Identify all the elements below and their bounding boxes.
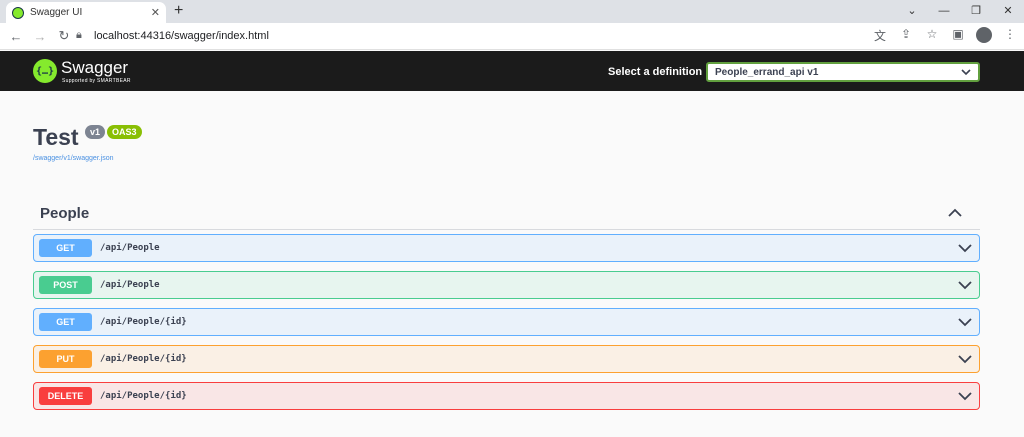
operation-post-people[interactable]: POST /api/People — [33, 271, 980, 299]
chevron-down-icon[interactable] — [953, 351, 977, 367]
operation-path: /api/People/{id} — [100, 391, 187, 401]
bookmark-star-icon[interactable]: ☆ — [924, 27, 940, 46]
browser-toolbar: ← → ↻ 🔒︎ localhost:44316/swagger/index.h… — [0, 23, 1024, 50]
restore-icon[interactable]: ❐ — [960, 0, 992, 23]
menu-icon[interactable]: ⋮ — [1002, 27, 1018, 46]
window-controls: ⌄ — ❐ ✕ — [896, 0, 1024, 23]
method-badge: GET — [39, 239, 92, 257]
tab-title: Swagger UI — [30, 7, 83, 18]
chevron-down-icon[interactable] — [953, 314, 977, 330]
swagger-topbar: {…} Swagger Supported by SMARTBEAR Selec… — [0, 51, 1024, 91]
chevron-down-icon[interactable] — [953, 277, 977, 293]
section-divider — [33, 229, 980, 230]
api-title: Test — [33, 124, 79, 150]
side-panel-icon[interactable]: ▣ — [950, 27, 966, 46]
close-tab-icon[interactable]: ✕ — [151, 6, 160, 19]
logo-text[interactable]: Swagger — [61, 58, 128, 78]
chevron-down-icon[interactable] — [953, 240, 977, 256]
toolbar-actions: 文 ⇪ ☆ ▣ ⋮ — [872, 27, 1018, 46]
swagger-json-link[interactable]: /swagger/v1/swagger.json — [33, 155, 114, 162]
lock-icon[interactable]: 🔒︎ — [76, 29, 82, 42]
operation-path: /api/People — [100, 243, 160, 253]
method-badge: POST — [39, 276, 92, 294]
method-badge: PUT — [39, 350, 92, 368]
forward-icon[interactable]: → — [28, 29, 52, 44]
new-tab-icon[interactable]: + — [174, 2, 183, 20]
section-title[interactable]: People — [40, 205, 89, 222]
back-icon[interactable]: ← — [4, 29, 28, 44]
version-badge: v1 — [85, 125, 106, 139]
tab-search-icon[interactable]: ⌄ — [896, 0, 928, 23]
chevron-down-icon[interactable] — [953, 388, 977, 404]
url-text[interactable]: localhost:44316/swagger/index.html — [94, 30, 269, 42]
method-badge: GET — [39, 313, 92, 331]
definition-select[interactable]: People_errand_api v1 — [706, 62, 980, 82]
operation-path: /api/People/{id} — [100, 317, 187, 327]
method-badge: DELETE — [39, 387, 92, 405]
operation-path: /api/People/{id} — [100, 354, 187, 364]
oas-badge: OAS3 — [107, 125, 142, 139]
profile-icon[interactable] — [976, 27, 992, 46]
definition-select-value[interactable]: People_errand_api v1 — [715, 67, 961, 78]
browser-tab[interactable]: Swagger UI ✕ — [6, 2, 166, 23]
close-window-icon[interactable]: ✕ — [992, 0, 1024, 23]
definition-label: Select a definition — [608, 66, 703, 78]
operation-get-people-id[interactable]: GET /api/People/{id} — [33, 308, 980, 336]
share-icon[interactable]: ⇪ — [898, 27, 914, 46]
swagger-logo-icon[interactable]: {…} — [33, 59, 57, 83]
chevron-down-icon — [961, 69, 971, 76]
operation-get-people[interactable]: GET /api/People — [33, 234, 980, 262]
translate-icon[interactable]: 文 — [872, 27, 888, 46]
reload-icon[interactable]: ↻ — [52, 28, 76, 44]
logo-subtitle: Supported by SMARTBEAR — [62, 78, 131, 84]
swagger-favicon-icon — [12, 6, 24, 19]
operation-put-people-id[interactable]: PUT /api/People/{id} — [33, 345, 980, 373]
address-bar[interactable]: 🔒︎ localhost:44316/swagger/index.html — [76, 26, 856, 47]
operation-path: /api/People — [100, 280, 160, 290]
browser-tabstrip: Swagger UI ✕ + ⌄ — ❐ ✕ — [0, 0, 1024, 23]
minimize-icon[interactable]: — — [928, 0, 960, 23]
operation-delete-people-id[interactable]: DELETE /api/People/{id} — [33, 382, 980, 410]
chevron-up-icon[interactable] — [947, 205, 963, 221]
